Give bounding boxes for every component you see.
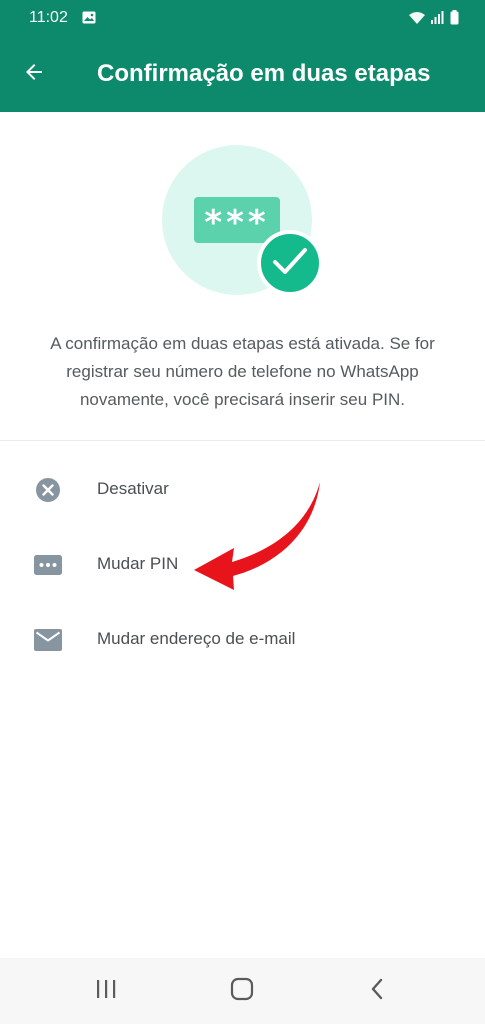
image-icon: [82, 11, 96, 29]
home-button[interactable]: [222, 972, 262, 1010]
back-nav-button[interactable]: [357, 972, 397, 1010]
signal-icon: [431, 11, 445, 29]
home-icon: [230, 977, 254, 1006]
option-label: Mudar endereço de e-mail: [97, 629, 296, 648]
check-icon: [272, 246, 308, 281]
check-badge: [257, 230, 323, 296]
recent-apps-icon: [95, 979, 117, 1004]
option-label: Desativar: [97, 479, 169, 498]
status-bar: 11:02: [0, 0, 485, 36]
navigation-bar: [0, 958, 485, 1024]
back-chevron-icon: [370, 978, 384, 1005]
pin-text: ***: [204, 203, 270, 243]
arrow-left-icon: [22, 60, 46, 89]
option-mudar-email[interactable]: Mudar endereço de e-mail: [0, 610, 485, 670]
hero-illustration: ***: [160, 145, 326, 297]
divider: [0, 440, 485, 441]
recent-apps-button[interactable]: [86, 972, 126, 1010]
close-circle-icon: [34, 476, 62, 504]
battery-icon: [450, 10, 459, 30]
app-bar: Confirmação em duas etapas: [0, 36, 485, 112]
wifi-icon: [408, 11, 426, 30]
option-mudar-pin[interactable]: Mudar PIN: [0, 535, 485, 595]
pin-dots-icon: [34, 551, 62, 579]
page-title: Confirmação em duas etapas: [97, 60, 431, 87]
option-label: Mudar PIN: [97, 554, 179, 573]
status-time: 11:02: [29, 9, 68, 26]
pin-box: ***: [194, 197, 280, 243]
option-desativar[interactable]: Desativar: [0, 460, 485, 520]
back-button[interactable]: [18, 58, 50, 90]
email-icon: [34, 626, 62, 654]
description-text: A confirmação em duas etapas está ativad…: [50, 334, 435, 409]
